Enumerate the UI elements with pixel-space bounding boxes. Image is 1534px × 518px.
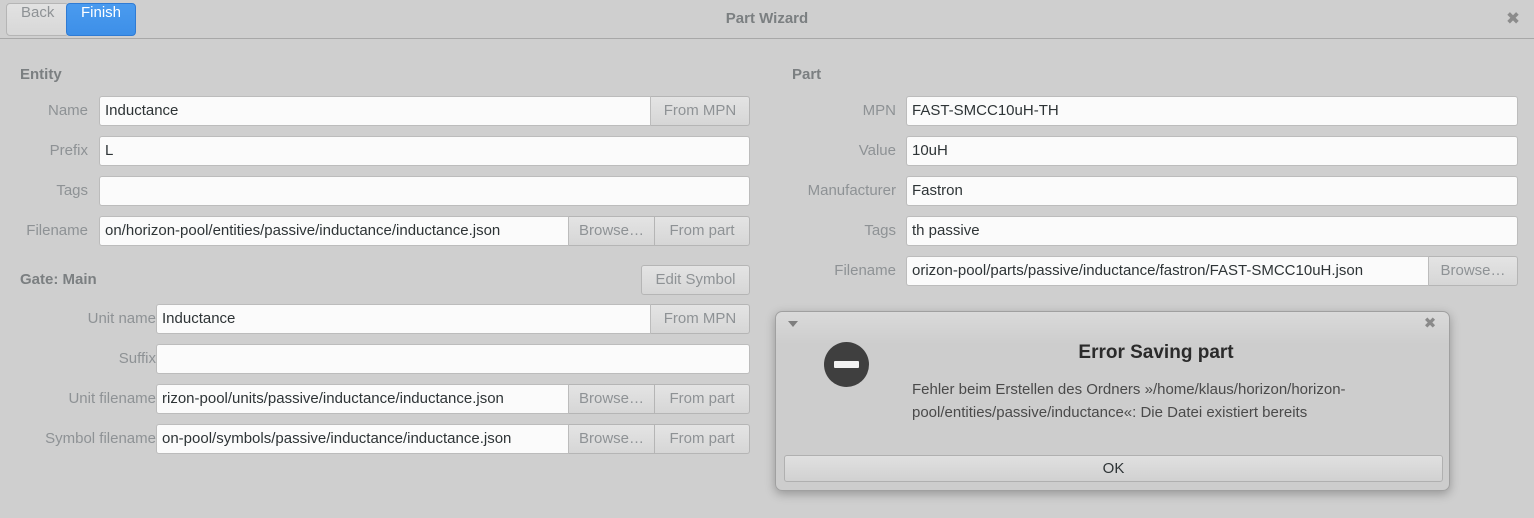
chevron-down-icon[interactable] xyxy=(788,321,798,327)
part-row-value: Value 10uH xyxy=(767,136,1518,166)
error-dialog-ok-button[interactable]: OK xyxy=(784,455,1443,482)
entity-filename-input[interactable]: on/horizon-pool/entities/passive/inducta… xyxy=(99,216,569,246)
gate-row-unit-name: Unit name Inductance From MPN xyxy=(0,304,750,334)
part-row-tags: Tags th passive xyxy=(767,216,1518,246)
window-title: Part Wizard xyxy=(725,10,809,27)
entity-row-prefix: Prefix L xyxy=(0,136,750,166)
error-circle-icon xyxy=(824,342,869,387)
entity-filename-browse-button[interactable]: Browse… xyxy=(569,216,655,246)
gate-symbol-filename-from-part-button[interactable]: From part xyxy=(655,424,750,454)
gate-row-symbol-filename: Symbol filename on-pool/symbols/passive/… xyxy=(0,424,750,454)
part-manufacturer-label: Manufacturer xyxy=(807,182,896,199)
gate-unit-filename-input[interactable]: rizon-pool/units/passive/inductance/indu… xyxy=(156,384,569,414)
gate-unit-name-input[interactable]: Inductance xyxy=(156,304,651,334)
entity-row-filename: Filename on/horizon-pool/entities/passiv… xyxy=(0,216,750,246)
close-icon[interactable]: ✖ xyxy=(1502,9,1524,31)
part-row-mpn: MPN FAST-SMCC10uH-TH xyxy=(767,96,1518,126)
gate-unit-filename-from-part-button[interactable]: From part xyxy=(655,384,750,414)
part-filename-label: Filename xyxy=(834,262,896,279)
entity-tags-input[interactable] xyxy=(99,176,750,206)
gate-symbol-filename-label: Symbol filename xyxy=(45,430,156,447)
gate-unit-filename-label: Unit filename xyxy=(68,390,156,407)
error-dialog-message: Fehler beim Erstellen des Ordners »/home… xyxy=(912,381,1346,421)
gate-symbol-filename-browse-button[interactable]: Browse… xyxy=(569,424,655,454)
error-dialog-close-icon[interactable]: ✖ xyxy=(1421,315,1439,333)
entity-name-input[interactable]: Inductance xyxy=(99,96,651,126)
gate-suffix-label: Suffix xyxy=(118,350,156,367)
part-mpn-label: MPN xyxy=(862,102,896,119)
error-dialog-heading: Error Saving part xyxy=(1078,342,1234,363)
entity-tags-label: Tags xyxy=(56,182,88,199)
entity-section-title: Entity xyxy=(20,66,62,83)
entity-row-tags: Tags xyxy=(0,176,750,206)
part-value-label: Value xyxy=(858,142,896,159)
error-dialog: ✖ Error Saving part Fehler beim Erstelle… xyxy=(775,311,1450,491)
entity-filename-label: Filename xyxy=(26,222,88,239)
entity-prefix-input[interactable]: L xyxy=(99,136,750,166)
gate-suffix-input[interactable] xyxy=(156,344,750,374)
part-mpn-input[interactable]: FAST-SMCC10uH-TH xyxy=(906,96,1518,126)
window-headerbar: Back Finish Part Wizard ✖ xyxy=(0,0,1534,39)
entity-name-label: Name xyxy=(47,102,88,119)
part-manufacturer-input[interactable]: Fastron xyxy=(906,176,1518,206)
part-value-input[interactable]: 10uH xyxy=(906,136,1518,166)
gate-unit-name-from-mpn-button[interactable]: From MPN xyxy=(651,304,750,334)
gate-unit-filename-browse-button[interactable]: Browse… xyxy=(569,384,655,414)
gate-row-unit-filename: Unit filename rizon-pool/units/passive/i… xyxy=(0,384,750,414)
gate-unit-name-label: Unit name xyxy=(87,310,156,327)
error-dialog-titlebar: ✖ xyxy=(776,312,1449,338)
part-section-title: Part xyxy=(792,66,822,83)
gate-row-suffix: Suffix xyxy=(0,344,750,374)
part-tags-input[interactable]: th passive xyxy=(906,216,1518,246)
part-tags-label: Tags xyxy=(864,222,896,239)
gate-symbol-filename-input[interactable]: on-pool/symbols/passive/inductance/induc… xyxy=(156,424,569,454)
part-filename-input[interactable]: orizon-pool/parts/passive/inductance/fas… xyxy=(906,256,1429,286)
entity-row-name: Name Inductance From MPN xyxy=(0,96,750,126)
entity-prefix-label: Prefix xyxy=(49,142,88,159)
part-row-manufacturer: Manufacturer Fastron xyxy=(767,176,1518,206)
part-row-filename: Filename orizon-pool/parts/passive/induc… xyxy=(767,256,1518,286)
gate-section-title: Gate: Main xyxy=(20,271,97,288)
part-filename-browse-button[interactable]: Browse… xyxy=(1429,256,1518,286)
